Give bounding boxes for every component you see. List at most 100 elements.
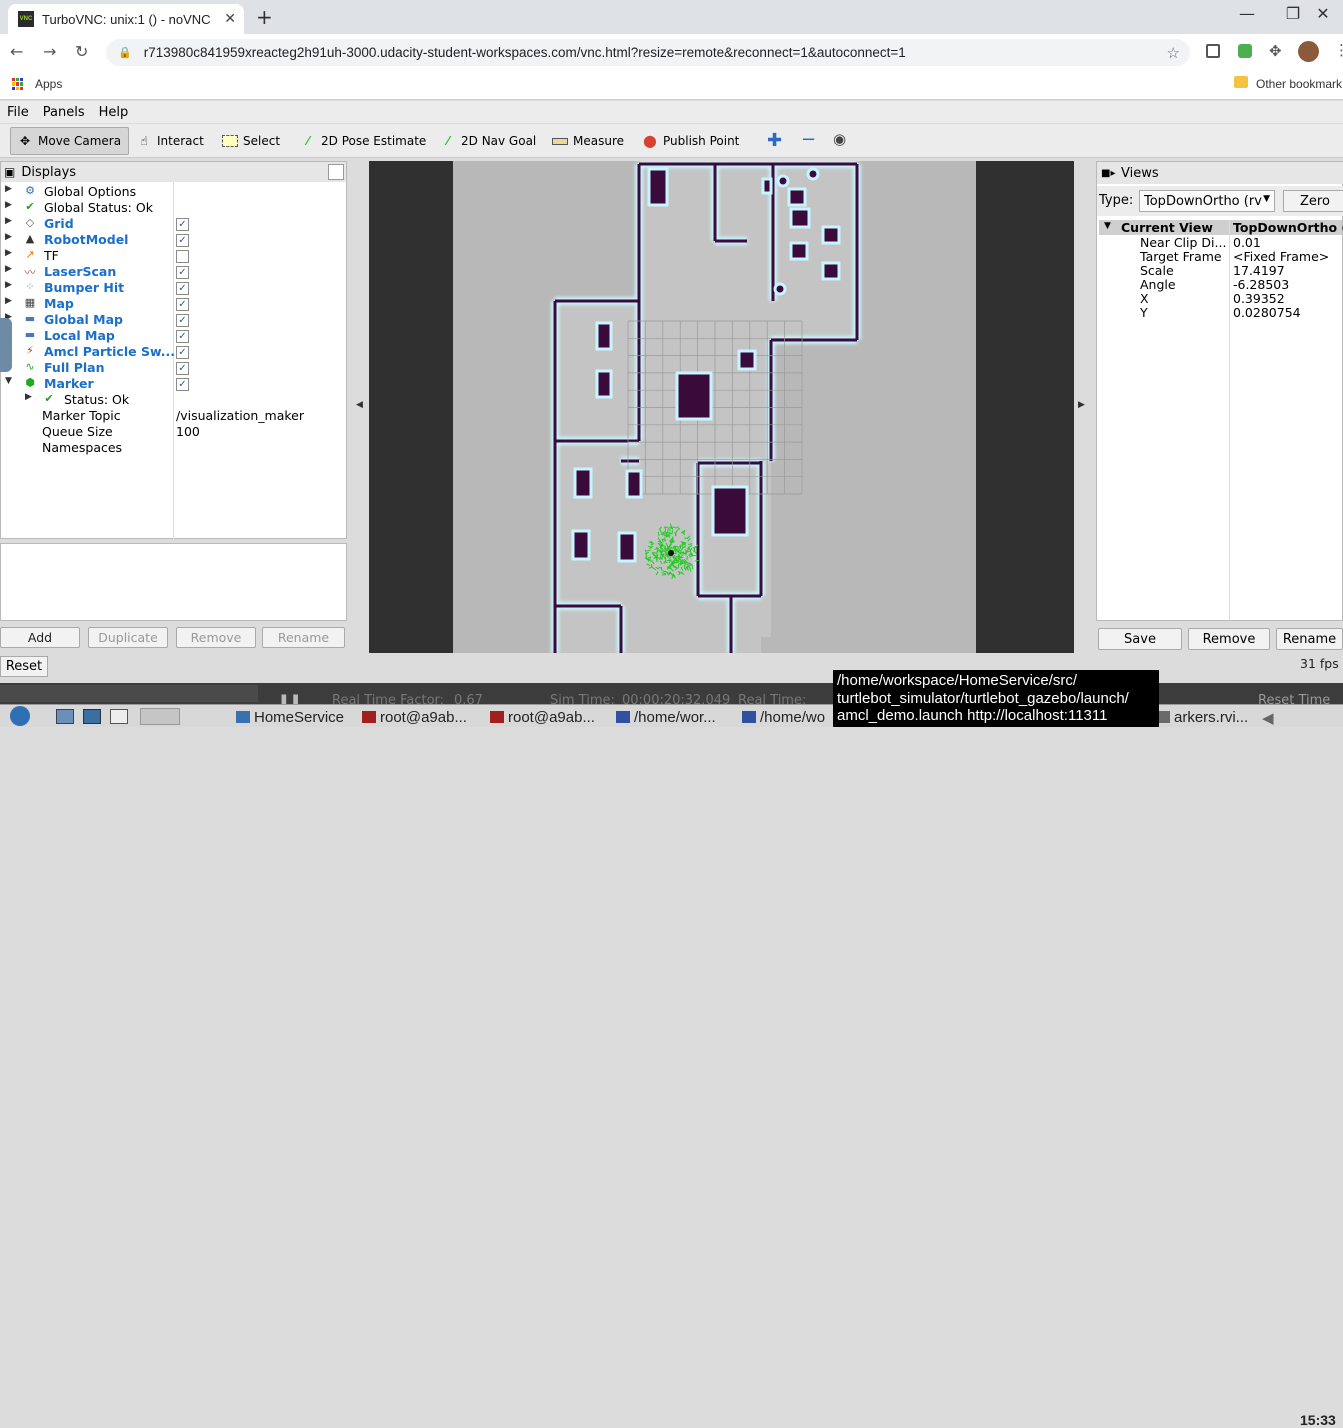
display-enable-checkbox[interactable]: ✓ xyxy=(176,346,189,359)
display-enable-checkbox[interactable]: ✓ xyxy=(176,330,189,343)
view-property-value[interactable]: 0.0280754 xyxy=(1233,305,1301,320)
profile-avatar[interactable] xyxy=(1298,41,1319,62)
rename-display-button[interactable]: Rename xyxy=(262,627,345,648)
view-property-value[interactable]: 17.4197 xyxy=(1233,263,1285,278)
add-display-button[interactable]: Add xyxy=(0,627,80,648)
collapse-right-icon[interactable]: ▶ xyxy=(1078,400,1085,410)
display-row[interactable]: ▶✔Global Status: Ok xyxy=(1,200,346,216)
forward-arrow-icon[interactable]: → xyxy=(43,42,56,61)
select-tool[interactable]: Select xyxy=(216,127,286,155)
duplicate-display-button[interactable]: Duplicate xyxy=(88,627,168,648)
expand-right-icon[interactable]: ▶ xyxy=(5,184,12,194)
display-enable-checkbox[interactable]: ✓ xyxy=(176,378,189,391)
zero-button[interactable]: Zero xyxy=(1283,190,1343,212)
display-row[interactable]: ▶⚙Global Options xyxy=(1,184,346,200)
plus-tool-icon[interactable]: ✚ xyxy=(767,130,782,151)
display-row[interactable]: ▶↗TF xyxy=(1,248,346,264)
menu-file[interactable]: File xyxy=(7,105,29,120)
view-property-row[interactable]: X0.39352 xyxy=(1097,291,1343,305)
extension-green-icon[interactable] xyxy=(1238,44,1252,58)
measure-tool[interactable]: Measure xyxy=(546,127,630,155)
displays-float-checkbox[interactable] xyxy=(328,164,344,180)
view-property-row[interactable]: Target Frame<Fixed Frame> xyxy=(1097,249,1343,263)
display-enable-checkbox[interactable]: ✓ xyxy=(176,298,189,311)
remove-display-button[interactable]: Remove xyxy=(176,627,256,648)
display-row[interactable]: ▼⬢Marker✓ xyxy=(1,376,346,392)
taskbar-window-button[interactable]: root@a9ab... xyxy=(490,707,595,727)
display-enable-checkbox[interactable]: ✓ xyxy=(176,234,189,247)
window-close-icon[interactable]: ✕ xyxy=(1303,4,1343,23)
taskbar-window-button[interactable]: root@a9ab... xyxy=(362,707,467,727)
display-row[interactable]: ▶▦Map✓ xyxy=(1,296,346,312)
tab-close-icon[interactable]: ✕ xyxy=(224,10,236,27)
view-type-select[interactable]: TopDownOrtho (rv ▼ xyxy=(1139,190,1275,212)
display-row[interactable]: ▶⚡Amcl Particle Sw...✓ xyxy=(1,344,346,360)
display-enable-checkbox[interactable]: ✓ xyxy=(176,282,189,295)
view-property-row[interactable]: Angle-6.28503 xyxy=(1097,277,1343,291)
window-preview[interactable] xyxy=(140,708,180,725)
interact-tool[interactable]: ☝ Interact xyxy=(130,127,210,155)
browser-tab[interactable]: VNC TurboVNC: unix:1 () - noVNC ✕ xyxy=(8,4,244,34)
bookmark-star-icon[interactable]: ☆ xyxy=(1167,44,1180,62)
other-bookmarks[interactable]: Other bookmark xyxy=(1256,77,1342,91)
back-arrow-icon[interactable]: ← xyxy=(10,42,23,61)
marker-property-row[interactable]: Queue Size100 xyxy=(1,424,346,440)
nav-goal-tool[interactable]: ⁄ 2D Nav Goal xyxy=(434,127,542,155)
expand-down-icon[interactable]: ▼ xyxy=(5,376,12,386)
apps-grid-icon[interactable] xyxy=(12,78,24,90)
settings-app-icon[interactable] xyxy=(83,709,101,724)
taskbar-window-button[interactable]: HomeService xyxy=(236,707,344,727)
view-property-value[interactable]: -6.28503 xyxy=(1233,277,1289,292)
publish-point-tool[interactable]: ⬤ Publish Point xyxy=(636,127,745,155)
menu-help[interactable]: Help xyxy=(99,105,129,120)
rename-view-button[interactable]: Rename xyxy=(1276,628,1343,650)
display-enable-checkbox[interactable]: ✓ xyxy=(176,362,189,375)
display-row[interactable]: ▶▬Local Map✓ xyxy=(1,328,346,344)
display-row[interactable]: ▶⁘Bumper Hit✓ xyxy=(1,280,346,296)
reset-button[interactable]: Reset xyxy=(0,656,48,677)
view-property-value[interactable]: 0.01 xyxy=(1233,235,1261,250)
property-value[interactable]: /visualization_maker xyxy=(176,408,304,423)
minimize-icon[interactable]: — xyxy=(1227,4,1267,23)
view-property-value[interactable]: 0.39352 xyxy=(1233,291,1285,306)
display-row[interactable]: ▶〰LaserScan✓ xyxy=(1,264,346,280)
marker-property-row[interactable]: Marker Topic/visualization_maker xyxy=(1,408,346,424)
expand-right-icon[interactable]: ▶ xyxy=(5,200,12,210)
save-view-button[interactable]: Save xyxy=(1098,628,1182,650)
display-row[interactable]: ▶▲RobotModel✓ xyxy=(1,232,346,248)
expand-right-icon[interactable]: ▶ xyxy=(5,248,12,258)
expand-right-icon[interactable]: ▶ xyxy=(5,264,12,274)
reload-icon[interactable]: ↻ xyxy=(75,42,88,61)
marker-property-row[interactable]: ▶✔Status: Ok xyxy=(1,392,346,408)
menu-panels[interactable]: Panels xyxy=(43,105,85,120)
marker-property-row[interactable]: Namespaces xyxy=(1,440,346,456)
expand-right-icon[interactable]: ▶ xyxy=(5,280,12,290)
view-property-row[interactable]: Y0.0280754 xyxy=(1097,305,1343,319)
chrome-menu-icon[interactable]: ⋮ xyxy=(1334,41,1343,59)
display-row[interactable]: ▶∿Full Plan✓ xyxy=(1,360,346,376)
expand-right-icon[interactable]: ▶ xyxy=(5,232,12,242)
apps-bookmark[interactable]: Apps xyxy=(35,77,62,91)
start-menu-icon[interactable] xyxy=(10,706,30,726)
qr-icon[interactable] xyxy=(1206,44,1220,58)
new-tab-icon[interactable]: + xyxy=(256,5,273,29)
eye-view-icon[interactable]: ◉ xyxy=(833,130,846,148)
minus-tool-icon[interactable]: − xyxy=(801,129,816,150)
collapse-left-icon[interactable]: ◀ xyxy=(356,400,363,410)
volume-icon[interactable]: ◀ xyxy=(1262,709,1274,727)
view-property-row[interactable]: Near Clip Di...0.01 xyxy=(1097,235,1343,249)
move-camera-tool[interactable]: ✥ Move Camera xyxy=(10,127,129,155)
remove-view-button[interactable]: Remove xyxy=(1188,628,1270,650)
display-enable-checkbox[interactable]: ✓ xyxy=(176,314,189,327)
display-row[interactable]: ▶◇Grid✓ xyxy=(1,216,346,232)
expand-right-icon[interactable]: ▶ xyxy=(5,216,12,226)
taskbar-window-button[interactable]: /home/wor... xyxy=(616,707,716,727)
puzzle-extension-icon[interactable]: ✥ xyxy=(1269,42,1282,60)
expand-right-icon[interactable]: ▶ xyxy=(5,296,12,306)
display-row[interactable]: ▶▬Global Map✓ xyxy=(1,312,346,328)
file-manager-icon[interactable] xyxy=(56,709,74,724)
current-view-header[interactable]: ▼ Current View TopDownOrtho ( xyxy=(1099,220,1342,235)
expand-right-icon[interactable]: ▶ xyxy=(25,392,32,402)
vnc-control-handle[interactable] xyxy=(0,318,12,372)
display-enable-checkbox[interactable]: ✓ xyxy=(176,218,189,231)
